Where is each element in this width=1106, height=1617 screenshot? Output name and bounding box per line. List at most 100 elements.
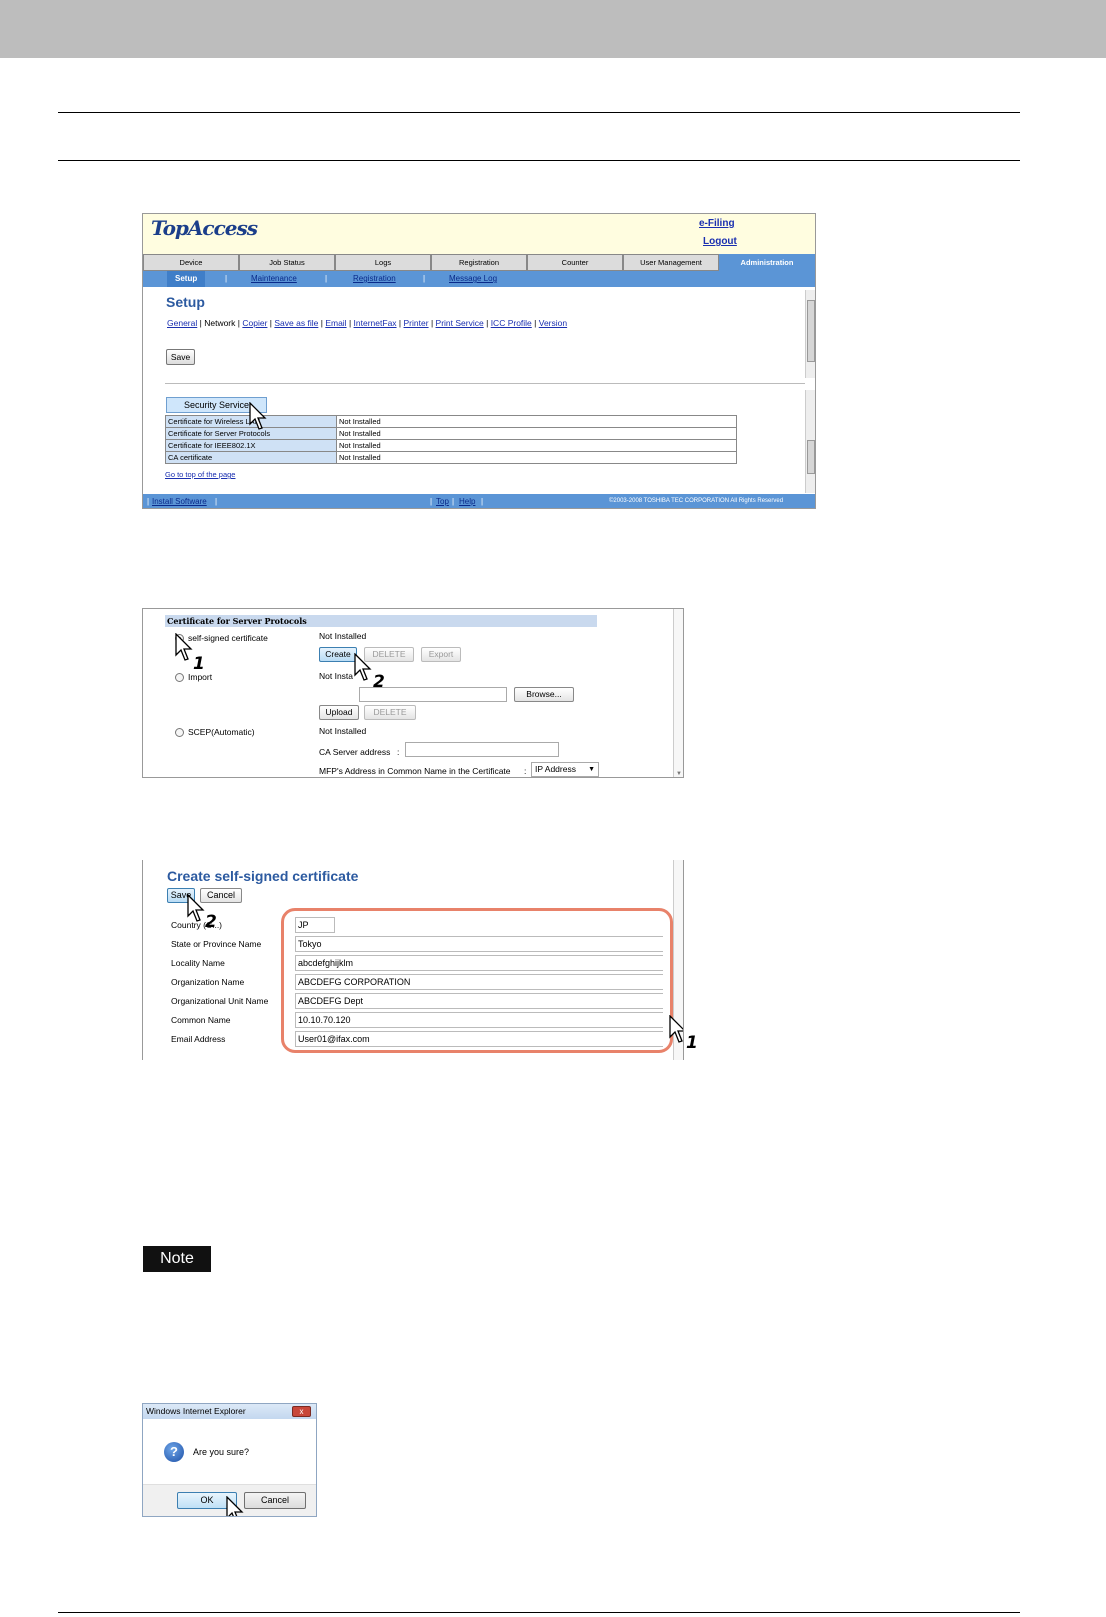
export-button[interactable]: Export [421,647,461,662]
menu-sep: | [430,318,434,328]
tab-counter[interactable]: Counter [527,254,623,271]
tab-user-management[interactable]: User Management [623,254,719,271]
subnav-registration[interactable]: Registration [353,271,396,287]
browse-button[interactable]: Browse... [514,687,574,702]
tab-administration[interactable]: Administration [719,254,815,271]
page-title: Setup [166,294,205,310]
tab-logs[interactable]: Logs [335,254,431,271]
menu-sep: | [486,318,489,328]
subnav-message-log[interactable]: Message Log [449,271,497,287]
topaccess-logo: TopAccess [151,216,258,240]
ca-server-label: CA Server address [319,747,391,757]
header-band [0,0,1106,58]
ca-server-input[interactable] [405,742,559,757]
lower-scrollbar[interactable] [805,390,815,493]
create-button[interactable]: Create [319,647,357,662]
mfp-address-label: MFP's Address in Common Name in the Cert… [319,766,511,776]
footer-sep: | [452,497,455,506]
upload-button[interactable]: Upload [319,705,359,720]
radio-scep[interactable] [175,728,184,737]
tab-registration[interactable]: Registration [431,254,527,271]
step-number: 1 [686,1033,698,1053]
dialog-title: Windows Internet Explorer [143,1404,316,1419]
question-icon: ? [164,1442,184,1462]
scrollbar[interactable]: ▼ [673,609,683,777]
server-protocols-screenshot: Certificate for Server Protocols self-si… [142,608,684,778]
menu-icc-profile[interactable]: ICC Profile [491,318,532,328]
sub-navigation: Setup | Maintenance | Registration | Mes… [143,271,815,287]
section-header: Certificate for Server Protocols [165,615,597,627]
table-row: Certificate for IEEE802.1X Not Installed [165,439,737,452]
status-import: Not Insta [319,671,354,681]
field-label: Common Name [171,1015,231,1025]
menu-internetfax[interactable]: InternetFax [354,318,397,328]
top-link[interactable]: Top [436,494,449,508]
efiling-link[interactable]: e-Filing [699,218,735,229]
menu-sep: | [269,318,273,328]
footer-sep: | [147,497,150,506]
field-label: State or Province Name [171,939,262,949]
certificate-status: Not Installed [336,415,737,428]
footer-sep: | [215,497,218,506]
topaccess-setup-screenshot: TopAccess e-Filing Logout Device Job Sta… [142,213,816,509]
subsection-rule [58,160,1020,161]
menu-copier[interactable]: Copier [242,318,267,328]
footer-sep: | [430,497,433,506]
scrollbar-thumb[interactable] [807,440,815,474]
step-number: 2 [373,672,385,692]
menu-sep: | [199,318,202,328]
upper-scrollbar[interactable] [805,290,815,378]
table-row: CA certificate Not Installed [165,451,737,464]
cancel-button[interactable]: Cancel [244,1492,306,1509]
mfp-address-value: IP Address [535,764,576,774]
field-label: Locality Name [171,958,225,968]
install-software-link[interactable]: Install Software [152,494,207,508]
option-self-signed-label: self-signed certificate [188,633,268,643]
note-label: Note [143,1246,211,1272]
mfp-address-select[interactable]: IP Address ▼ [531,762,599,777]
subnav-sep: | [225,274,228,283]
footer-rule [58,1612,1020,1613]
scroll-down-icon[interactable]: ▼ [676,771,682,777]
topaccess-footer: | Install Software | | Top | Help | ©200… [143,494,815,508]
menu-network[interactable]: Network [204,318,235,328]
menu-version[interactable]: Version [539,318,567,328]
help-link[interactable]: Help [459,494,475,508]
step-number: 2 [205,912,217,932]
subnav-sep: | [423,274,426,283]
step-number: 1 [193,654,205,674]
tab-device[interactable]: Device [143,254,239,271]
dialog-message: Are you sure? [193,1447,250,1457]
menu-general[interactable]: General [167,318,197,328]
mouse-pointer-icon [187,894,205,922]
menu-save-as-file[interactable]: Save as file [274,318,318,328]
field-label: Email Address [171,1034,226,1044]
subnav-setup[interactable]: Setup [167,271,206,287]
divider [165,383,805,384]
delete-import-button[interactable]: DELETE [364,705,416,720]
menu-sep: | [534,318,537,328]
go-to-top-link[interactable]: Go to top of the page [165,470,235,479]
certificate-status: Not Installed [336,439,737,452]
tab-job-status[interactable]: Job Status [239,254,335,271]
menu-print-service[interactable]: Print Service [436,318,484,328]
radio-import[interactable] [175,673,184,682]
close-icon[interactable]: x [292,1406,311,1417]
menu-sep: | [320,318,323,328]
save-button[interactable]: Save [166,349,195,365]
subnav-maintenance[interactable]: Maintenance [251,271,297,287]
mouse-pointer-icon [669,1015,683,1043]
certificate-name: Certificate for IEEE802.1X [165,439,337,452]
logout-link[interactable]: Logout [703,236,737,247]
scrollbar-thumb[interactable] [807,300,815,362]
footer-sep: | [481,497,484,506]
section-rule [58,112,1020,113]
option-scep-label: SCEP(Automatic) [188,727,255,737]
menu-printer[interactable]: Printer [404,318,429,328]
subnav-sep: | [325,274,328,283]
menu-sep: | [398,318,402,328]
mouse-pointer-icon [175,633,193,661]
certificate-name: CA certificate [165,451,337,464]
menu-email[interactable]: Email [325,318,346,328]
copyright: ©2003-2008 TOSHIBA TEC CORPORATION All R… [609,498,784,504]
